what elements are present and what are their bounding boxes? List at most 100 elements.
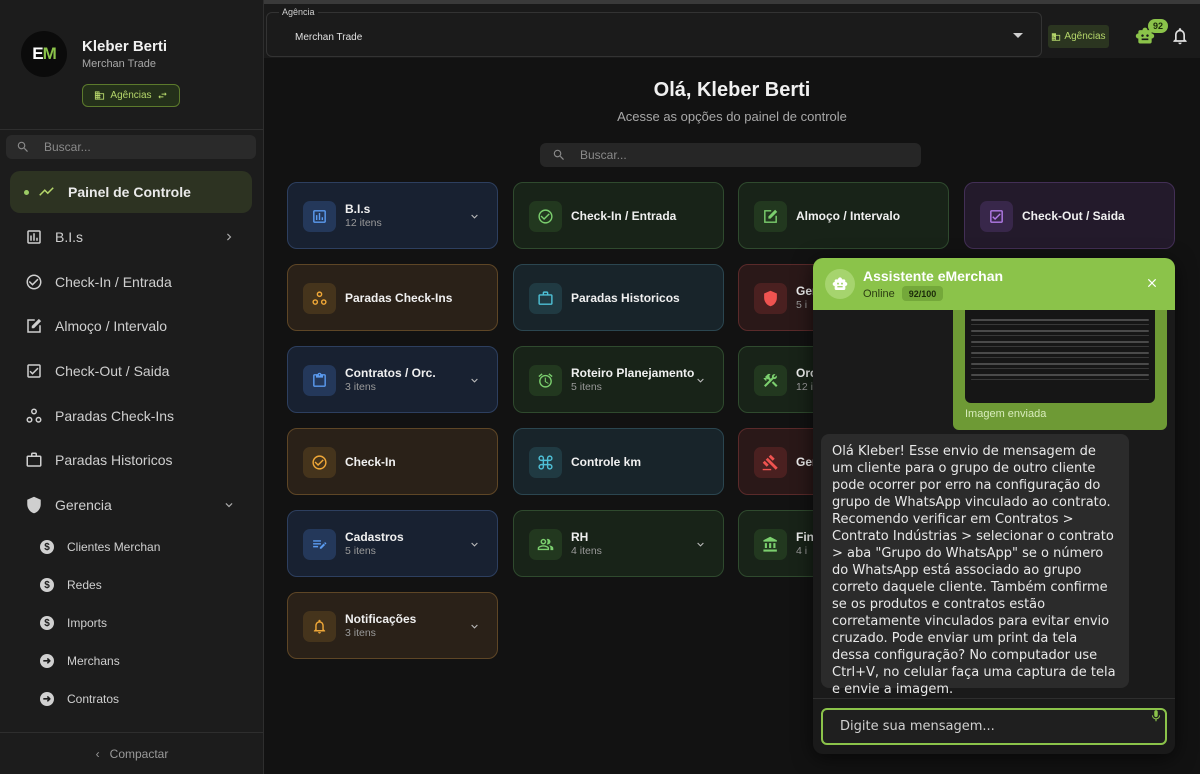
sidebar-item-paradas-checkins[interactable]: Paradas Check-Ins bbox=[10, 396, 252, 436]
card-subtitle: 3 itens bbox=[345, 627, 376, 639]
agency-switch-button[interactable]: Agências bbox=[82, 84, 180, 107]
card-checkin-entrada[interactable]: Check-In / Entrada bbox=[513, 182, 724, 249]
sidebar-item-label: Paradas Check-Ins bbox=[55, 408, 175, 424]
sidebar-subitem-contratos[interactable]: ➜ Contratos bbox=[40, 689, 119, 709]
swap-icon bbox=[157, 92, 167, 99]
edit-box-icon bbox=[764, 209, 778, 223]
checkbox-icon bbox=[27, 364, 41, 378]
sidebar-item-checkin[interactable]: Check-In / Entrada bbox=[10, 262, 252, 302]
card-subtitle: 5 i bbox=[796, 299, 808, 311]
agency-select[interactable]: Agência Merchan Trade bbox=[266, 7, 1042, 57]
assistant-avatar bbox=[825, 269, 855, 299]
workflow-icon bbox=[26, 408, 42, 423]
search-icon bbox=[17, 141, 28, 152]
profile-section: EM Kleber Berti Merchan Trade Agências bbox=[0, 0, 264, 130]
sidebar-item-almoco[interactable]: Almoço / Intervalo bbox=[10, 306, 252, 346]
sidebar-item-paradas-historicos[interactable]: Paradas Historicos bbox=[10, 440, 252, 480]
active-dot bbox=[24, 189, 29, 195]
sidebar-subitem-clientes[interactable]: $ Clientes Merchan bbox=[40, 537, 160, 557]
arrow-circle-icon: ➜ bbox=[40, 692, 54, 706]
sidebar-item-bis[interactable]: B.I.s bbox=[10, 217, 252, 257]
page-subtitle: Acesse as opções do painel de controle bbox=[617, 109, 847, 124]
tools-icon bbox=[763, 373, 778, 387]
card-title: Roteiro Planejamento bbox=[571, 366, 695, 380]
chat-header: Assistente eMerchan Online 92/100 bbox=[813, 258, 1175, 310]
agency-select-value: Merchan Trade bbox=[295, 32, 363, 43]
main-search-input[interactable]: Buscar... bbox=[540, 143, 921, 167]
page-title: Olá, Kleber Berti bbox=[653, 79, 811, 101]
card-title: RH bbox=[571, 530, 589, 544]
card-title: Contratos / Orc. bbox=[345, 366, 436, 380]
card-cadastros[interactable]: Cadastros 5 itens bbox=[287, 510, 498, 577]
user-name: Kleber Berti bbox=[82, 38, 168, 55]
card-bis[interactable]: B.I.s 12 itens bbox=[287, 182, 498, 249]
user-image-message: Imagem enviada bbox=[953, 310, 1167, 430]
sidebar-subitem-label: Contratos bbox=[67, 692, 120, 706]
chat-message-input[interactable]: Digite sua mensagem... bbox=[821, 708, 1167, 745]
card-title: Notificações bbox=[345, 612, 417, 626]
card-title: Almoço / Intervalo bbox=[796, 209, 901, 223]
chevron-down-icon bbox=[697, 378, 704, 383]
sidebar-subitem-label: Clientes Merchan bbox=[67, 540, 161, 554]
card-paradas-historicos[interactable]: Paradas Historicos bbox=[513, 264, 724, 331]
building-icon bbox=[1052, 32, 1061, 41]
chart-icon bbox=[27, 230, 41, 244]
briefcase-icon bbox=[538, 291, 553, 305]
card-contratos[interactable]: Contratos / Orc. 3 itens bbox=[287, 346, 498, 413]
compact-button[interactable]: ‹ Compactar bbox=[0, 732, 264, 774]
card-roteiro[interactable]: Roteiro Planejamento 5 itens bbox=[513, 346, 724, 413]
gavel-icon bbox=[762, 454, 778, 471]
dollar-icon: $ bbox=[40, 578, 54, 592]
chevron-down-icon bbox=[697, 542, 704, 547]
top-agency-button[interactable]: Agências bbox=[1048, 25, 1109, 48]
card-title: Paradas Historicos bbox=[571, 291, 680, 305]
assistant-chat-panel: Assistente eMerchan Online 92/100 Imagem… bbox=[813, 258, 1175, 754]
chat-usage-badge: 92/100 bbox=[902, 286, 943, 301]
card-checkout[interactable]: Check-Out / Saida bbox=[964, 182, 1175, 249]
sidebar-subitem-imports[interactable]: $ Imports bbox=[40, 613, 107, 633]
clipboard-icon bbox=[313, 372, 326, 387]
chevron-down-icon bbox=[471, 624, 478, 629]
card-controle-km[interactable]: Controle km bbox=[513, 428, 724, 495]
sidebar-item-label: B.I.s bbox=[55, 229, 84, 245]
check-circle-icon bbox=[538, 209, 553, 224]
sidebar-subitem-redes[interactable]: $ Redes bbox=[40, 575, 102, 595]
dollar-icon: $ bbox=[40, 616, 54, 630]
shield-icon bbox=[764, 290, 777, 307]
main-search-placeholder: Buscar... bbox=[580, 148, 627, 162]
dollar-icon: $ bbox=[40, 540, 54, 554]
card-checkin[interactable]: Check-In bbox=[287, 428, 498, 495]
card-title: Check-In / Entrada bbox=[571, 209, 677, 223]
chevron-left-icon: ‹ bbox=[95, 746, 100, 761]
card-rh[interactable]: RH 4 itens bbox=[513, 510, 724, 577]
edit-note-icon bbox=[313, 540, 327, 549]
briefcase-icon bbox=[26, 452, 42, 467]
close-icon[interactable] bbox=[1145, 276, 1159, 290]
card-subtitle: 5 itens bbox=[571, 381, 602, 393]
agency-switch-label: Agências bbox=[110, 90, 152, 101]
image-caption: Imagem enviada bbox=[965, 408, 1047, 420]
chat-status: Online bbox=[863, 288, 895, 300]
sidebar-subitem-merchans[interactable]: ➜ Merchans bbox=[40, 651, 120, 671]
edit-box-icon bbox=[27, 318, 42, 333]
sparkline-icon bbox=[39, 187, 54, 196]
sent-image-thumbnail[interactable] bbox=[965, 310, 1155, 403]
topbar: Agência Merchan Trade Agências 92 bbox=[264, 0, 1200, 58]
top-agency-label: Agências bbox=[1064, 31, 1106, 42]
card-almoco[interactable]: Almoço / Intervalo bbox=[738, 182, 949, 249]
alarm-icon bbox=[538, 373, 553, 388]
microphone-icon[interactable] bbox=[1149, 708, 1163, 724]
bell-icon[interactable] bbox=[1170, 26, 1190, 46]
sidebar-item-checkout[interactable]: Check-Out / Saida bbox=[10, 351, 252, 391]
check-circle-icon bbox=[26, 274, 42, 290]
sidebar-item-label: Paradas Historicos bbox=[55, 452, 173, 468]
sidebar-item-painel[interactable]: Painel de Controle bbox=[10, 171, 252, 213]
sidebar-item-gerencia[interactable]: Gerencia bbox=[10, 485, 252, 525]
sidebar-search-input[interactable]: Buscar... bbox=[6, 135, 256, 159]
card-paradas-checkins[interactable]: Paradas Check-Ins bbox=[287, 264, 498, 331]
bell-icon bbox=[313, 619, 326, 634]
card-notificacoes[interactable]: Notificações 3 itens bbox=[287, 592, 498, 659]
card-title: Cadastros bbox=[345, 530, 404, 544]
sidebar: EM Kleber Berti Merchan Trade Agências B… bbox=[0, 0, 264, 774]
card-title: Check-In bbox=[345, 455, 396, 469]
